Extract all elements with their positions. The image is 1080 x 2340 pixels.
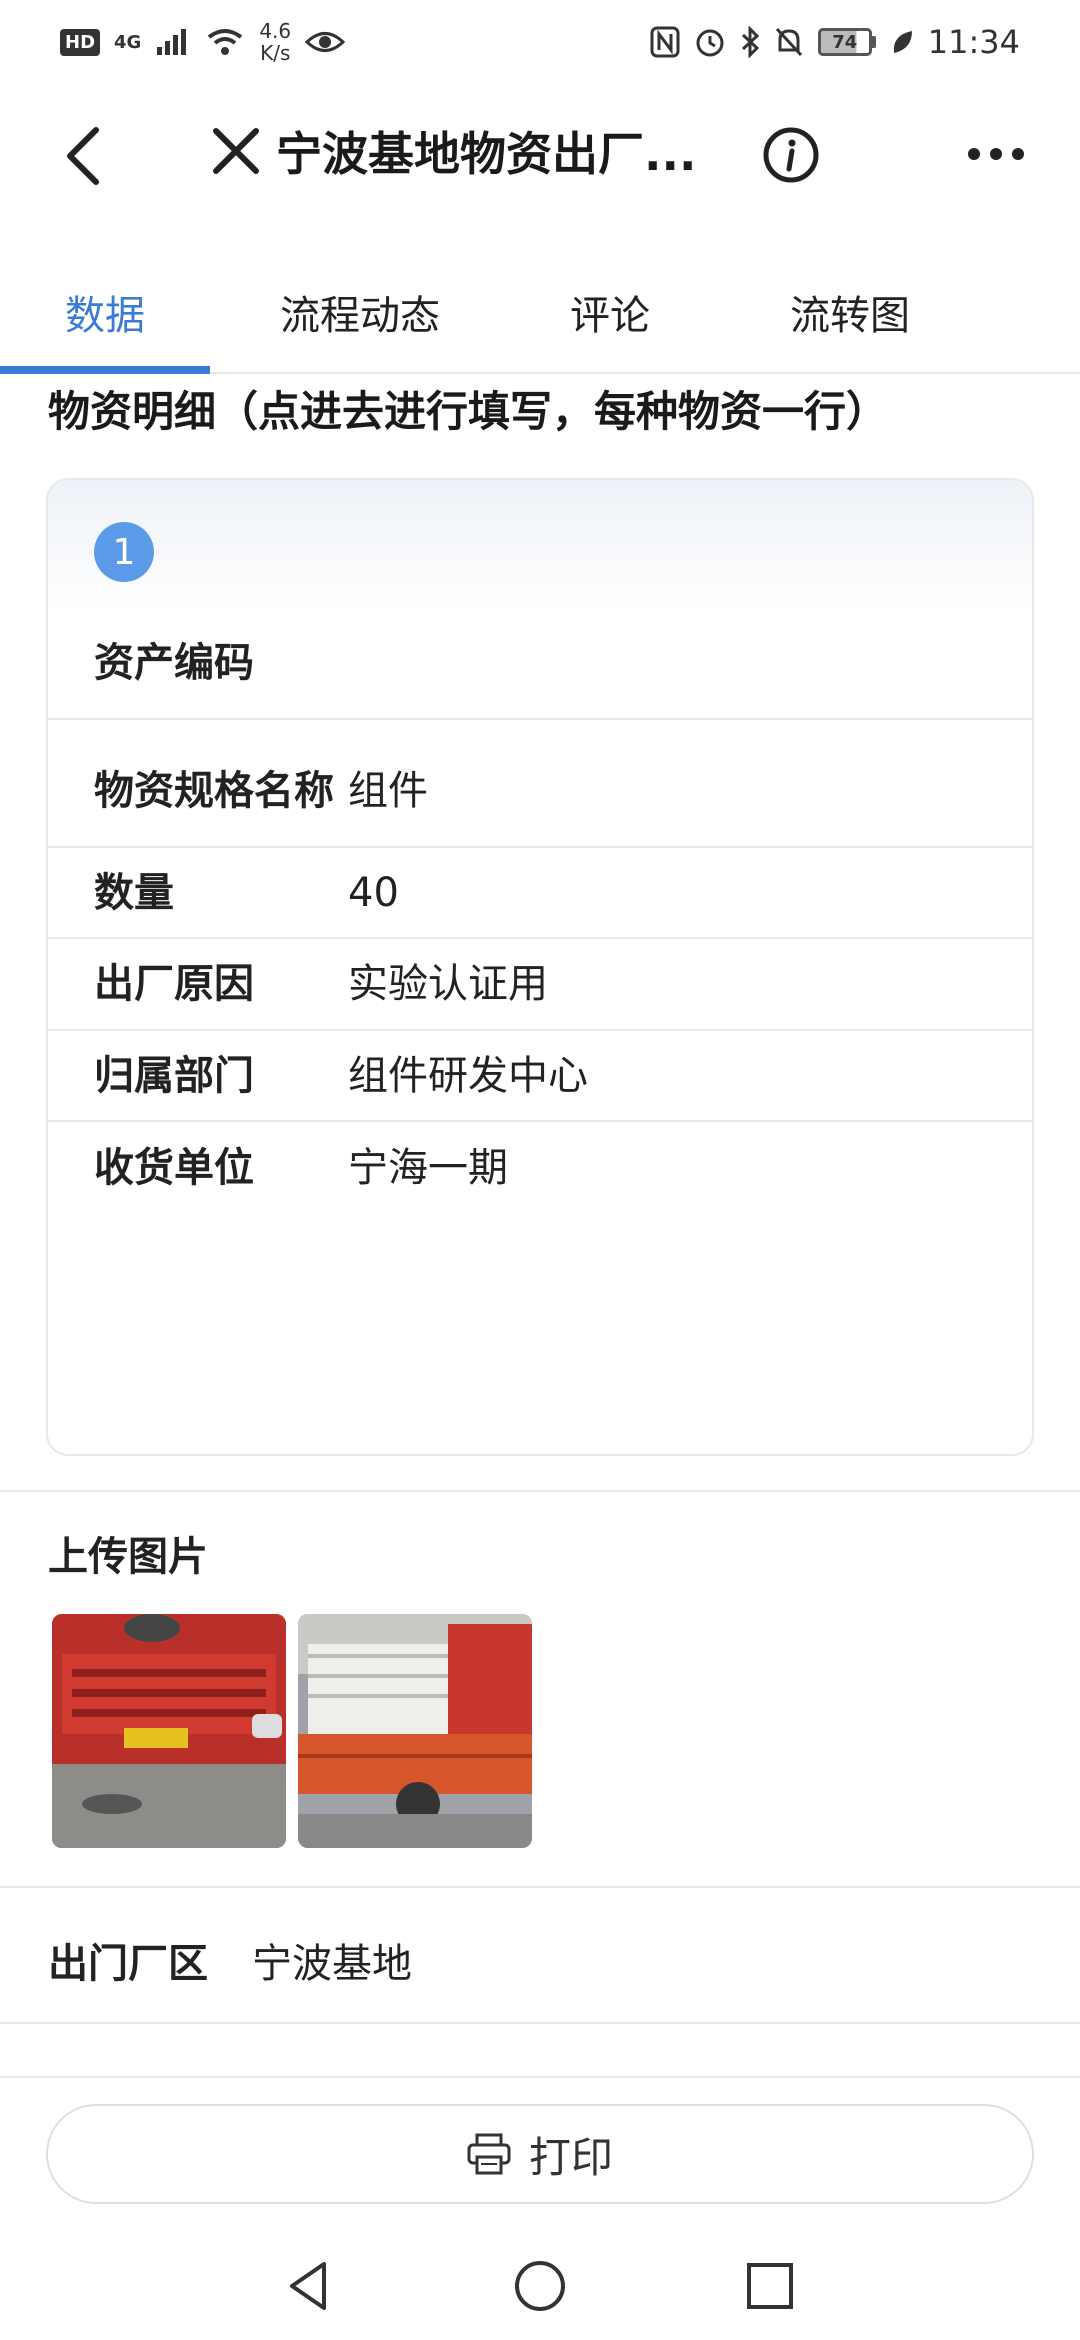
back-icon[interactable] (58, 126, 108, 186)
row-value: 实验认证用 (348, 961, 548, 1007)
section-title: 物资明细（点进去进行填写，每种物资一行） (48, 387, 889, 436)
hd-badge: HD (60, 28, 101, 56)
tab-bar: 数据 流程动态 评论 流转图 (0, 254, 1080, 374)
detail-row: 出厂原因 实验认证用 (48, 939, 1032, 1031)
close-icon[interactable] (210, 125, 262, 177)
row-value: 组件 (348, 768, 428, 814)
print-button[interactable]: 打印 (46, 2104, 1034, 2204)
battery-icon: 74 (817, 28, 876, 56)
mute-icon (775, 27, 802, 57)
nfc-icon (650, 26, 680, 58)
row-label: 归属部门 (94, 1052, 254, 1099)
tab-flowchart[interactable]: 流转图 (710, 254, 990, 370)
nav-home-icon[interactable] (510, 2256, 570, 2316)
page-title: 宁波基地物资出厂... (276, 127, 697, 181)
tab-data[interactable]: 数据 (0, 254, 210, 370)
detail-row: 归属部门 组件研发中心 (48, 1031, 1032, 1122)
printer-icon (467, 2133, 511, 2175)
cargo-truck-photo[interactable] (298, 1614, 532, 1848)
asset-code-label: 资产编码 (94, 640, 254, 686)
status-bar: HD 4G 4.6 K/s 74 11:34 (0, 0, 1080, 84)
row-value: 组件研发中心 (348, 1052, 588, 1099)
row-label: 出厂原因 (94, 961, 254, 1007)
detail-card[interactable]: 1 资产编码 物资规格名称 组件 数量 40 出厂原因 实验认证用 归属部门 组… (46, 478, 1034, 1456)
detail-row: 物资规格名称 组件 (48, 720, 1032, 848)
tab-process[interactable]: 流程动态 (210, 254, 510, 370)
info-icon[interactable] (762, 126, 820, 184)
alarm-icon (696, 29, 724, 57)
card-header: 1 资产编码 (48, 480, 1032, 720)
signal-icon (157, 29, 187, 55)
divider (0, 1490, 1080, 1492)
divider (0, 2022, 1080, 2024)
detail-row: 数量 40 (48, 848, 1032, 939)
eye-icon (305, 32, 346, 52)
leaf-icon (893, 31, 912, 53)
bluetooth-icon (741, 26, 759, 58)
nav-recents-icon[interactable] (740, 2256, 800, 2316)
row-label: 数量 (94, 869, 174, 916)
row-label: 收货单位 (94, 1145, 254, 1191)
system-nav-bar (0, 2236, 1080, 2340)
network-type: 4G (114, 31, 142, 53)
field-row: 出门厂区 宁波基地 (0, 1920, 1080, 2000)
upload-images-label: 上传图片 (48, 1534, 208, 1580)
active-tab-indicator (0, 366, 210, 374)
row-value: 宁海一期 (348, 1145, 508, 1191)
wifi-icon (208, 29, 243, 55)
clock: 11:34 (927, 23, 1020, 61)
more-icon[interactable] (966, 144, 1026, 164)
title-bar: 宁波基地物资出厂... (0, 84, 1080, 224)
detail-row: 收货单位 宁海一期 (48, 1122, 1032, 1214)
nav-back-icon[interactable] (280, 2256, 340, 2316)
row-value: 40 (348, 869, 399, 916)
network-speed: 4.6 K/s (259, 19, 292, 65)
divider (0, 1886, 1080, 1888)
print-label: 打印 (528, 2132, 613, 2182)
factory-area-value: 宁波基地 (252, 1941, 412, 1987)
bottom-action-bar: 打印 (0, 2076, 1080, 2236)
tab-comments[interactable]: 评论 (510, 254, 710, 370)
row-number-badge: 1 (94, 522, 154, 582)
row-label: 物资规格名称 (94, 768, 334, 814)
truck-front-photo[interactable] (52, 1614, 286, 1848)
